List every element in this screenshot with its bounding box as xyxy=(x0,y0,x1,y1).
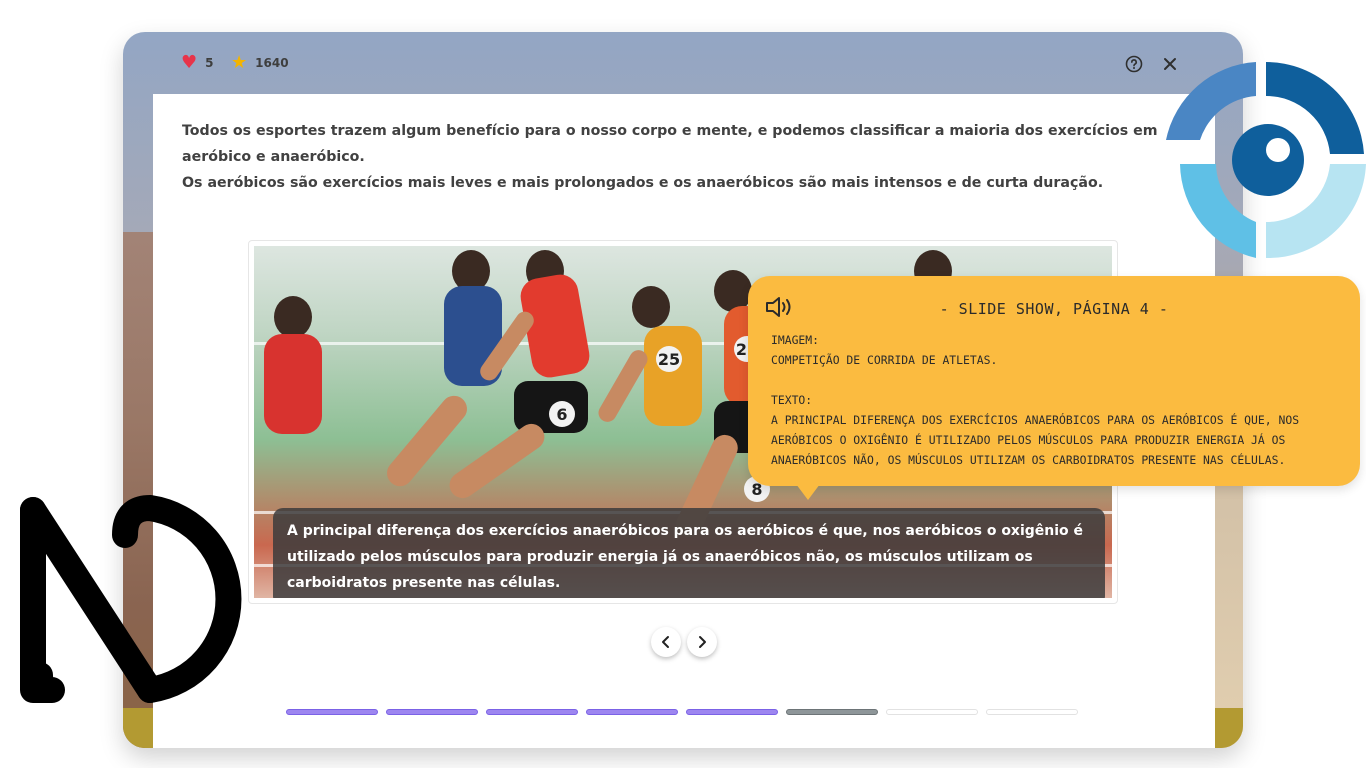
points-value: 1640 xyxy=(255,56,289,70)
progress-segment xyxy=(586,709,678,715)
next-slide-button[interactable] xyxy=(687,627,717,657)
progress-segment xyxy=(986,709,1078,715)
heart-icon: ♥ xyxy=(181,52,198,73)
panel-body: IMAGEM: COMPETIÇÃO DE CORRIDA DE ATLETAS… xyxy=(771,330,1341,470)
progress-segment xyxy=(486,709,578,715)
text-description: A PRINCIPAL DIFERENÇA DOS EXERCÍCIOS ANA… xyxy=(771,413,1300,467)
slide-caption: A principal diferença dos exercícios ana… xyxy=(273,508,1105,598)
lives-value: 5 xyxy=(205,56,214,70)
chevron-right-icon xyxy=(699,636,706,648)
accessibility-eye-logo xyxy=(1166,61,1366,259)
image-heading: IMAGEM: xyxy=(771,333,820,347)
image-description: COMPETIÇÃO DE CORRIDA DE ATLETAS. xyxy=(771,353,998,367)
slide-navigation xyxy=(153,627,1215,657)
bib-number: 25 xyxy=(656,346,682,372)
text-heading: TEXTO: xyxy=(771,393,813,407)
progress-segment xyxy=(286,709,378,715)
progress-segment xyxy=(886,709,978,715)
intro-text: Todos os esportes trazem algum benefício… xyxy=(182,118,1192,196)
slide-progress xyxy=(286,709,1078,715)
previous-slide-button[interactable] xyxy=(651,627,681,657)
points-counter: ★ 1640 xyxy=(231,54,289,72)
brand-logo xyxy=(20,494,242,703)
audio-description-panel: - SLIDE SHOW, PÁGINA 4 - IMAGEM: COMPETI… xyxy=(748,276,1360,500)
bib-number: 6 xyxy=(549,401,575,427)
intro-paragraph-2: Os aeróbicos são exercícios mais leves e… xyxy=(182,175,1104,191)
help-button[interactable] xyxy=(1123,53,1145,75)
star-icon: ★ xyxy=(231,52,248,73)
progress-segment xyxy=(386,709,478,715)
chevron-left-icon xyxy=(662,636,669,648)
intro-paragraph-1: Todos os esportes trazem algum benefício… xyxy=(182,123,1158,165)
top-bar: ♥ 5 ★ 1640 xyxy=(123,32,1243,94)
progress-segment xyxy=(686,709,778,715)
lives-counter: ♥ 5 xyxy=(181,54,214,72)
help-circle-icon xyxy=(1125,55,1143,73)
progress-segment xyxy=(786,709,878,715)
panel-title: - SLIDE SHOW, PÁGINA 4 - xyxy=(939,300,1169,318)
